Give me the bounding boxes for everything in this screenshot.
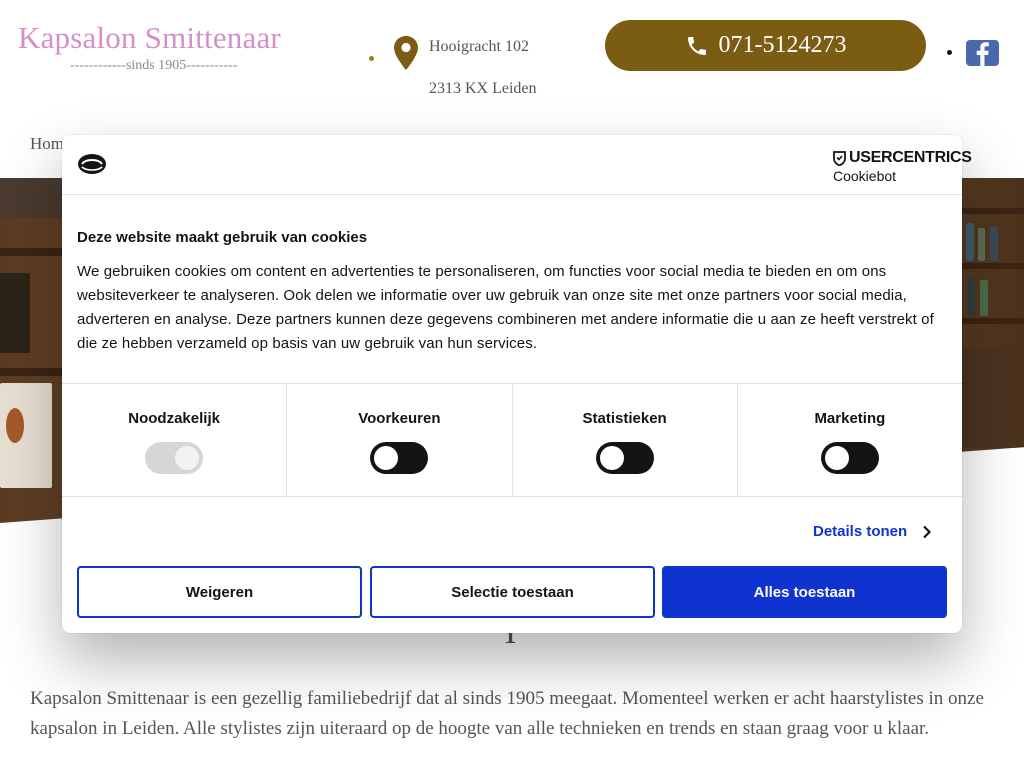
brand-name: USERCENTRICS: [849, 149, 972, 166]
toggle-necessary: Noodzakelijk: [62, 384, 288, 496]
shield-icon: [833, 150, 846, 166]
toggle-switch-necessary[interactable]: [145, 442, 204, 474]
reject-button[interactable]: Weigeren: [77, 566, 362, 618]
toggle-label: Marketing: [814, 410, 886, 427]
toggle-switch-marketing[interactable]: [820, 442, 879, 474]
toggle-preferences: Voorkeuren: [287, 384, 513, 496]
allow-selection-button[interactable]: Selectie toestaan: [370, 566, 655, 618]
toggle-marketing: Marketing: [738, 384, 962, 496]
usercentrics-logo: USERCENTRICS Cookiebot: [833, 149, 972, 184]
dialog-description: We gebruiken cookies om content en adver…: [77, 263, 934, 352]
details-label: Details tonen: [813, 523, 908, 540]
toggle-label: Voorkeuren: [358, 410, 441, 427]
cookie-consent-dialog: USERCENTRICS Cookiebot Deze website maak…: [62, 135, 972, 633]
dialog-header: USERCENTRICS Cookiebot: [62, 135, 972, 195]
logo-subtitle: ------------sinds 1905-----------: [70, 58, 238, 73]
phone-icon: [687, 36, 706, 55]
toggle-label: Statistieken: [582, 410, 667, 427]
toggle-statistics: Statistieken: [513, 384, 738, 496]
list-bullet: [369, 56, 374, 61]
location-pin-icon: [394, 36, 418, 70]
phone-number: 071-5124273: [718, 32, 847, 58]
consent-toggles: Noodzakelijk Voorkeuren Statistieken Mar…: [62, 383, 962, 497]
list-bullet: [947, 50, 952, 55]
details-link[interactable]: Details tonen: [813, 523, 933, 540]
nav-home-link[interactable]: Hom: [30, 134, 64, 154]
toggle-label: Noodzakelijk: [128, 410, 220, 427]
address-street: Hooigracht 102: [429, 38, 529, 55]
dialog-body: Deze website maakt gebruik van cookies W…: [77, 229, 947, 356]
intro-text: Kapsalon Smittenaar is een gezellig fami…: [30, 688, 984, 739]
toggle-switch-statistics[interactable]: [595, 442, 654, 474]
logo-title: Kapsalon Smittenaar: [18, 20, 281, 55]
allow-all-button[interactable]: Alles toestaan: [662, 566, 947, 618]
brand-sub: Cookiebot: [833, 168, 897, 184]
chevron-right-icon: [923, 525, 932, 538]
cookie-icon: [78, 154, 106, 174]
dialog-heading: Deze website maakt gebruik van cookies: [77, 229, 368, 246]
address-city: 2313 KX Leiden: [429, 80, 537, 97]
facebook-icon[interactable]: [966, 40, 999, 66]
site-logo[interactable]: Kapsalon Smittenaar ------------sinds 19…: [18, 20, 318, 74]
toggle-switch-preferences[interactable]: [370, 442, 429, 474]
phone-button[interactable]: 071-5124273: [605, 20, 926, 71]
